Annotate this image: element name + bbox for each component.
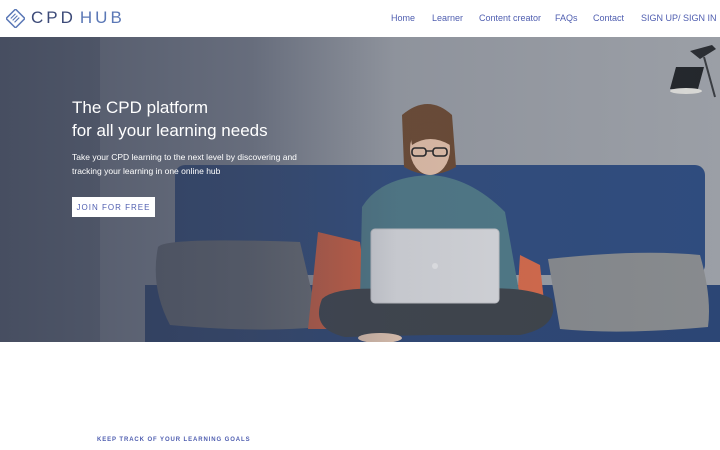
section-heading: KEEP TRACK OF YOUR LEARNING GOALS <box>97 437 251 443</box>
nav-link-sign-up-sign-in[interactable]: SIGN UP/ SIGN IN <box>641 13 717 23</box>
site-header: CPD HUB Home Learner Content creator FAQ… <box>0 0 720 37</box>
nav-link-contact[interactable]: Contact <box>593 13 624 23</box>
cpdhub-logo[interactable]: CPD HUB <box>6 8 125 28</box>
nav-link-home[interactable]: Home <box>391 13 415 23</box>
logo-text-cpd: CPD <box>31 8 76 27</box>
nav-link-learner[interactable]: Learner <box>432 13 463 23</box>
nav-link-faqs[interactable]: FAQs <box>555 13 578 23</box>
hero-description: Take your CPD learning to the next level… <box>72 152 297 176</box>
hero-title-line-2: for all your learning needs <box>72 121 268 140</box>
hero-overlay <box>0 37 720 342</box>
logo-text-hub: HUB <box>79 8 125 27</box>
nav-link-content-creator[interactable]: Content creator <box>479 13 541 23</box>
join-for-free-button[interactable]: JOIN FOR FREE <box>72 197 155 217</box>
hero-title: The CPD platform for all your learning n… <box>72 96 372 142</box>
hero-title-line-1: The CPD platform <box>72 98 209 117</box>
hero-section: The CPD platform for all your learning n… <box>0 37 720 342</box>
logo-icon <box>6 8 25 28</box>
